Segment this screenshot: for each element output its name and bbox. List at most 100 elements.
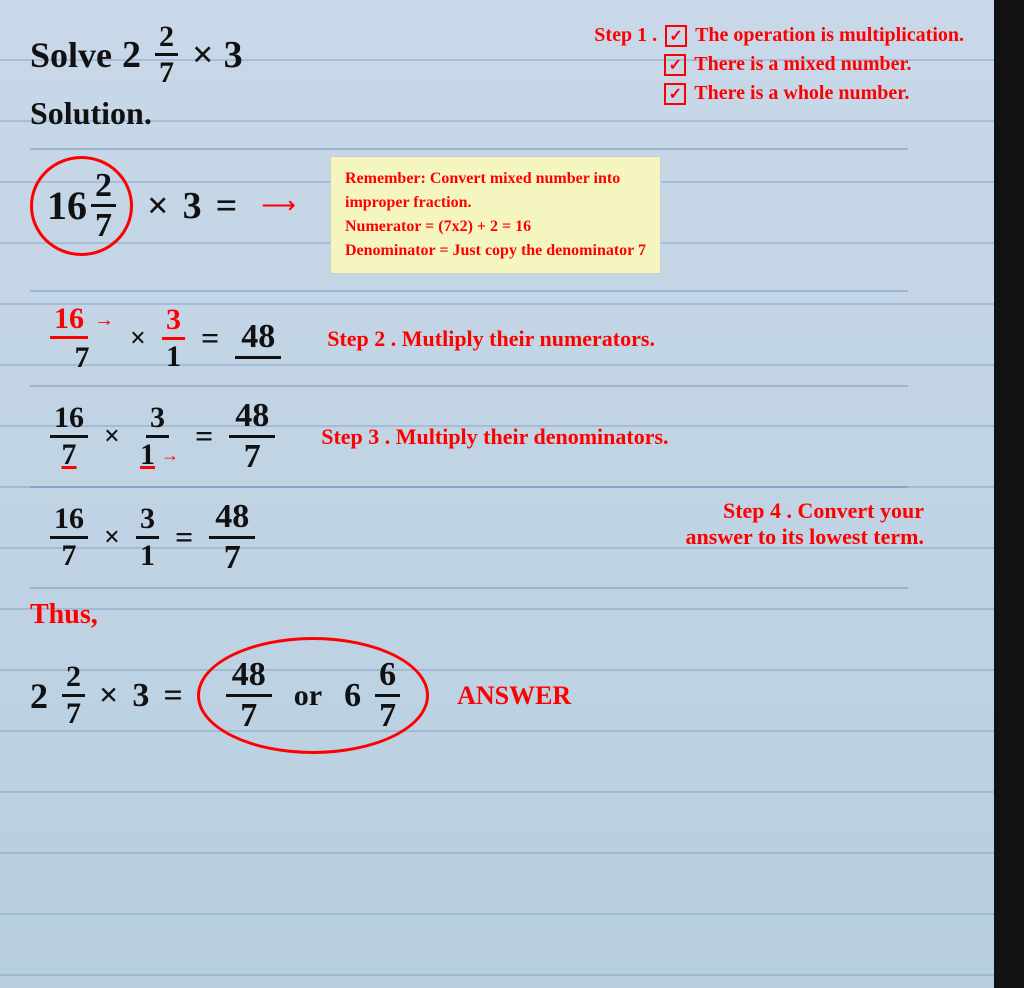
step4-section: 16 7 × 3 1 = 48 7 Step 4 . Convert your … bbox=[50, 498, 964, 577]
header-row: Solve 2 2 7 × 3 Solution. Step 1 . The o… bbox=[30, 20, 964, 142]
thus-section: Thus, 2 2 7 × 3 = 48 7 or 6 6 7 bbox=[30, 599, 964, 754]
step3-row: 16 7 × 3 1 → = 48 7 Step 3 . Multiply th… bbox=[50, 397, 964, 476]
den-7-s2: 7 bbox=[71, 341, 94, 375]
step1-item-3-row: There is a whole number. bbox=[594, 82, 964, 105]
den-7-result-s4: 7 bbox=[218, 539, 247, 577]
frac-ans-den: 7 bbox=[62, 697, 85, 731]
frac-3-1-step3: 3 1 → bbox=[136, 401, 179, 472]
thus-label: Thus, bbox=[30, 599, 964, 631]
frac-3-1-step2: 3 1 bbox=[162, 303, 185, 374]
arrow-over-16: 16 → bbox=[50, 302, 114, 339]
den-7-result-s3: 7 bbox=[238, 438, 267, 476]
den-7-s3: 7 bbox=[58, 438, 81, 472]
remember-line4: Denominator = Just copy the denominator … bbox=[345, 239, 646, 263]
step2-label: Step 2 . Mutliply their numerators. bbox=[327, 326, 655, 352]
answer-label: ANSWER bbox=[457, 681, 571, 711]
times-op-2: × bbox=[147, 184, 169, 228]
whole-2-eq: 16 bbox=[47, 182, 87, 229]
right-border bbox=[994, 0, 1024, 988]
num-3-s4: 3 bbox=[136, 502, 159, 539]
or-text: or bbox=[294, 679, 322, 713]
whole-ans-2: 2 bbox=[30, 675, 48, 717]
equals-s2: = bbox=[201, 320, 219, 357]
multiplier: 3 bbox=[224, 33, 243, 77]
den-7-circle: 7 bbox=[234, 697, 263, 735]
num-6-circle: 6 bbox=[375, 656, 400, 697]
frac-48-7-circle: 48 7 bbox=[226, 656, 272, 735]
step1-item-2-row: There is a mixed number. bbox=[594, 53, 964, 76]
step1-item-3: There is a whole number. bbox=[694, 82, 909, 105]
num-3-s3: 3 bbox=[146, 401, 169, 438]
three-op: 3 bbox=[183, 184, 202, 228]
num-48-s3: 48 bbox=[229, 397, 275, 438]
solution-label: Solution. bbox=[30, 95, 243, 132]
solve-equation: Solve 2 2 7 × 3 bbox=[30, 20, 243, 89]
result-48-7-s3: 48 7 bbox=[229, 397, 275, 476]
times-op: × bbox=[192, 33, 214, 77]
divider-5 bbox=[30, 587, 908, 589]
step1-item-1: The operation is multiplication. bbox=[695, 24, 964, 47]
checkbox-2 bbox=[664, 54, 686, 76]
right-arrow-1: ⟶ bbox=[261, 191, 295, 220]
frac-16-7-s4: 16 7 bbox=[50, 502, 88, 573]
den-1-s2: 1 bbox=[162, 340, 185, 374]
remember-box: Remember: Convert mixed number into impr… bbox=[330, 156, 661, 274]
equals-1: = bbox=[216, 184, 238, 228]
remember-line1: Remember: Convert mixed number into bbox=[345, 167, 646, 191]
times-s4: × bbox=[104, 522, 120, 554]
den-1-container-s3: 1 → bbox=[136, 438, 179, 472]
frac-6-7-circle: 6 7 bbox=[375, 656, 400, 735]
result-48-7-s4: 48 7 bbox=[209, 498, 255, 577]
step1-panel: Step 1 . The operation is multiplication… bbox=[594, 24, 964, 105]
result-48-s2: 48 bbox=[235, 318, 281, 359]
step1-item-2: There is a mixed number. bbox=[694, 53, 911, 76]
den-1-s3: 1 bbox=[136, 438, 159, 472]
three-ans: 3 bbox=[132, 677, 149, 715]
equals-s3: = bbox=[195, 418, 213, 455]
num-3-red: 3 bbox=[162, 303, 185, 340]
times-ans: × bbox=[99, 677, 118, 715]
step1-label: Step 1 . bbox=[594, 24, 657, 47]
fraction-2-7: 2 7 bbox=[155, 20, 178, 89]
step1-header: Step 1 . The operation is multiplication… bbox=[594, 24, 964, 47]
frac-numerator: 2 bbox=[155, 20, 178, 56]
frac-large-num: 2 bbox=[91, 167, 116, 207]
frac-large-den: 7 bbox=[91, 207, 116, 244]
circled-mixed-number: 16 2 7 bbox=[30, 156, 133, 256]
answer-row: 2 2 7 × 3 = 48 7 or 6 6 7 ANSWE bbox=[30, 637, 964, 754]
whole-6-circle: 6 bbox=[344, 677, 361, 715]
num-16-s4: 16 bbox=[50, 502, 88, 539]
arrow-over-3: 3 bbox=[162, 303, 185, 340]
times-s2: × bbox=[130, 323, 146, 355]
times-s3: × bbox=[104, 421, 120, 453]
den-7-s4: 7 bbox=[58, 539, 81, 573]
den-7-container-s3: 7 bbox=[58, 438, 81, 472]
frac-16-7-step2: 16 → 7 bbox=[50, 302, 114, 375]
frac-3-1-s4: 3 1 bbox=[136, 502, 159, 573]
num-16-s3: 16 bbox=[50, 401, 88, 438]
frac-ans-num: 2 bbox=[62, 660, 85, 697]
divider-3 bbox=[30, 385, 908, 387]
frac-2-7-ans: 2 7 bbox=[62, 660, 85, 731]
divider-4 bbox=[30, 486, 908, 488]
equals-ans: = bbox=[163, 677, 182, 715]
remember-line3: Numerator = (7x2) + 2 = 16 bbox=[345, 215, 646, 239]
arrow-red-1: → bbox=[94, 309, 114, 332]
solve-label: Solve bbox=[30, 34, 112, 76]
whole-2: 2 bbox=[122, 33, 141, 77]
den-1-s4: 1 bbox=[136, 539, 159, 573]
main-content: Solve 2 2 7 × 3 Solution. Step 1 . The o… bbox=[0, 0, 994, 988]
den-7-final: 7 bbox=[375, 697, 400, 735]
frac-large-2-7: 2 7 bbox=[91, 167, 116, 245]
checkbox-1 bbox=[665, 25, 687, 47]
step4-label-line1: Step 4 . Convert your bbox=[686, 498, 924, 524]
remember-line2: improper fraction. bbox=[345, 191, 646, 215]
num-48-s2: 48 bbox=[235, 318, 281, 359]
frac-16-7-step3: 16 7 bbox=[50, 401, 88, 472]
num-16-red: 16 bbox=[50, 302, 88, 339]
step3-label: Step 3 . Multiply their denominators. bbox=[321, 424, 668, 450]
frac-denominator: 7 bbox=[155, 56, 178, 89]
step4-label-line2: answer to its lowest term. bbox=[686, 524, 924, 550]
den-arrow-s3: → bbox=[161, 445, 179, 466]
num-48-circle: 48 bbox=[226, 656, 272, 697]
